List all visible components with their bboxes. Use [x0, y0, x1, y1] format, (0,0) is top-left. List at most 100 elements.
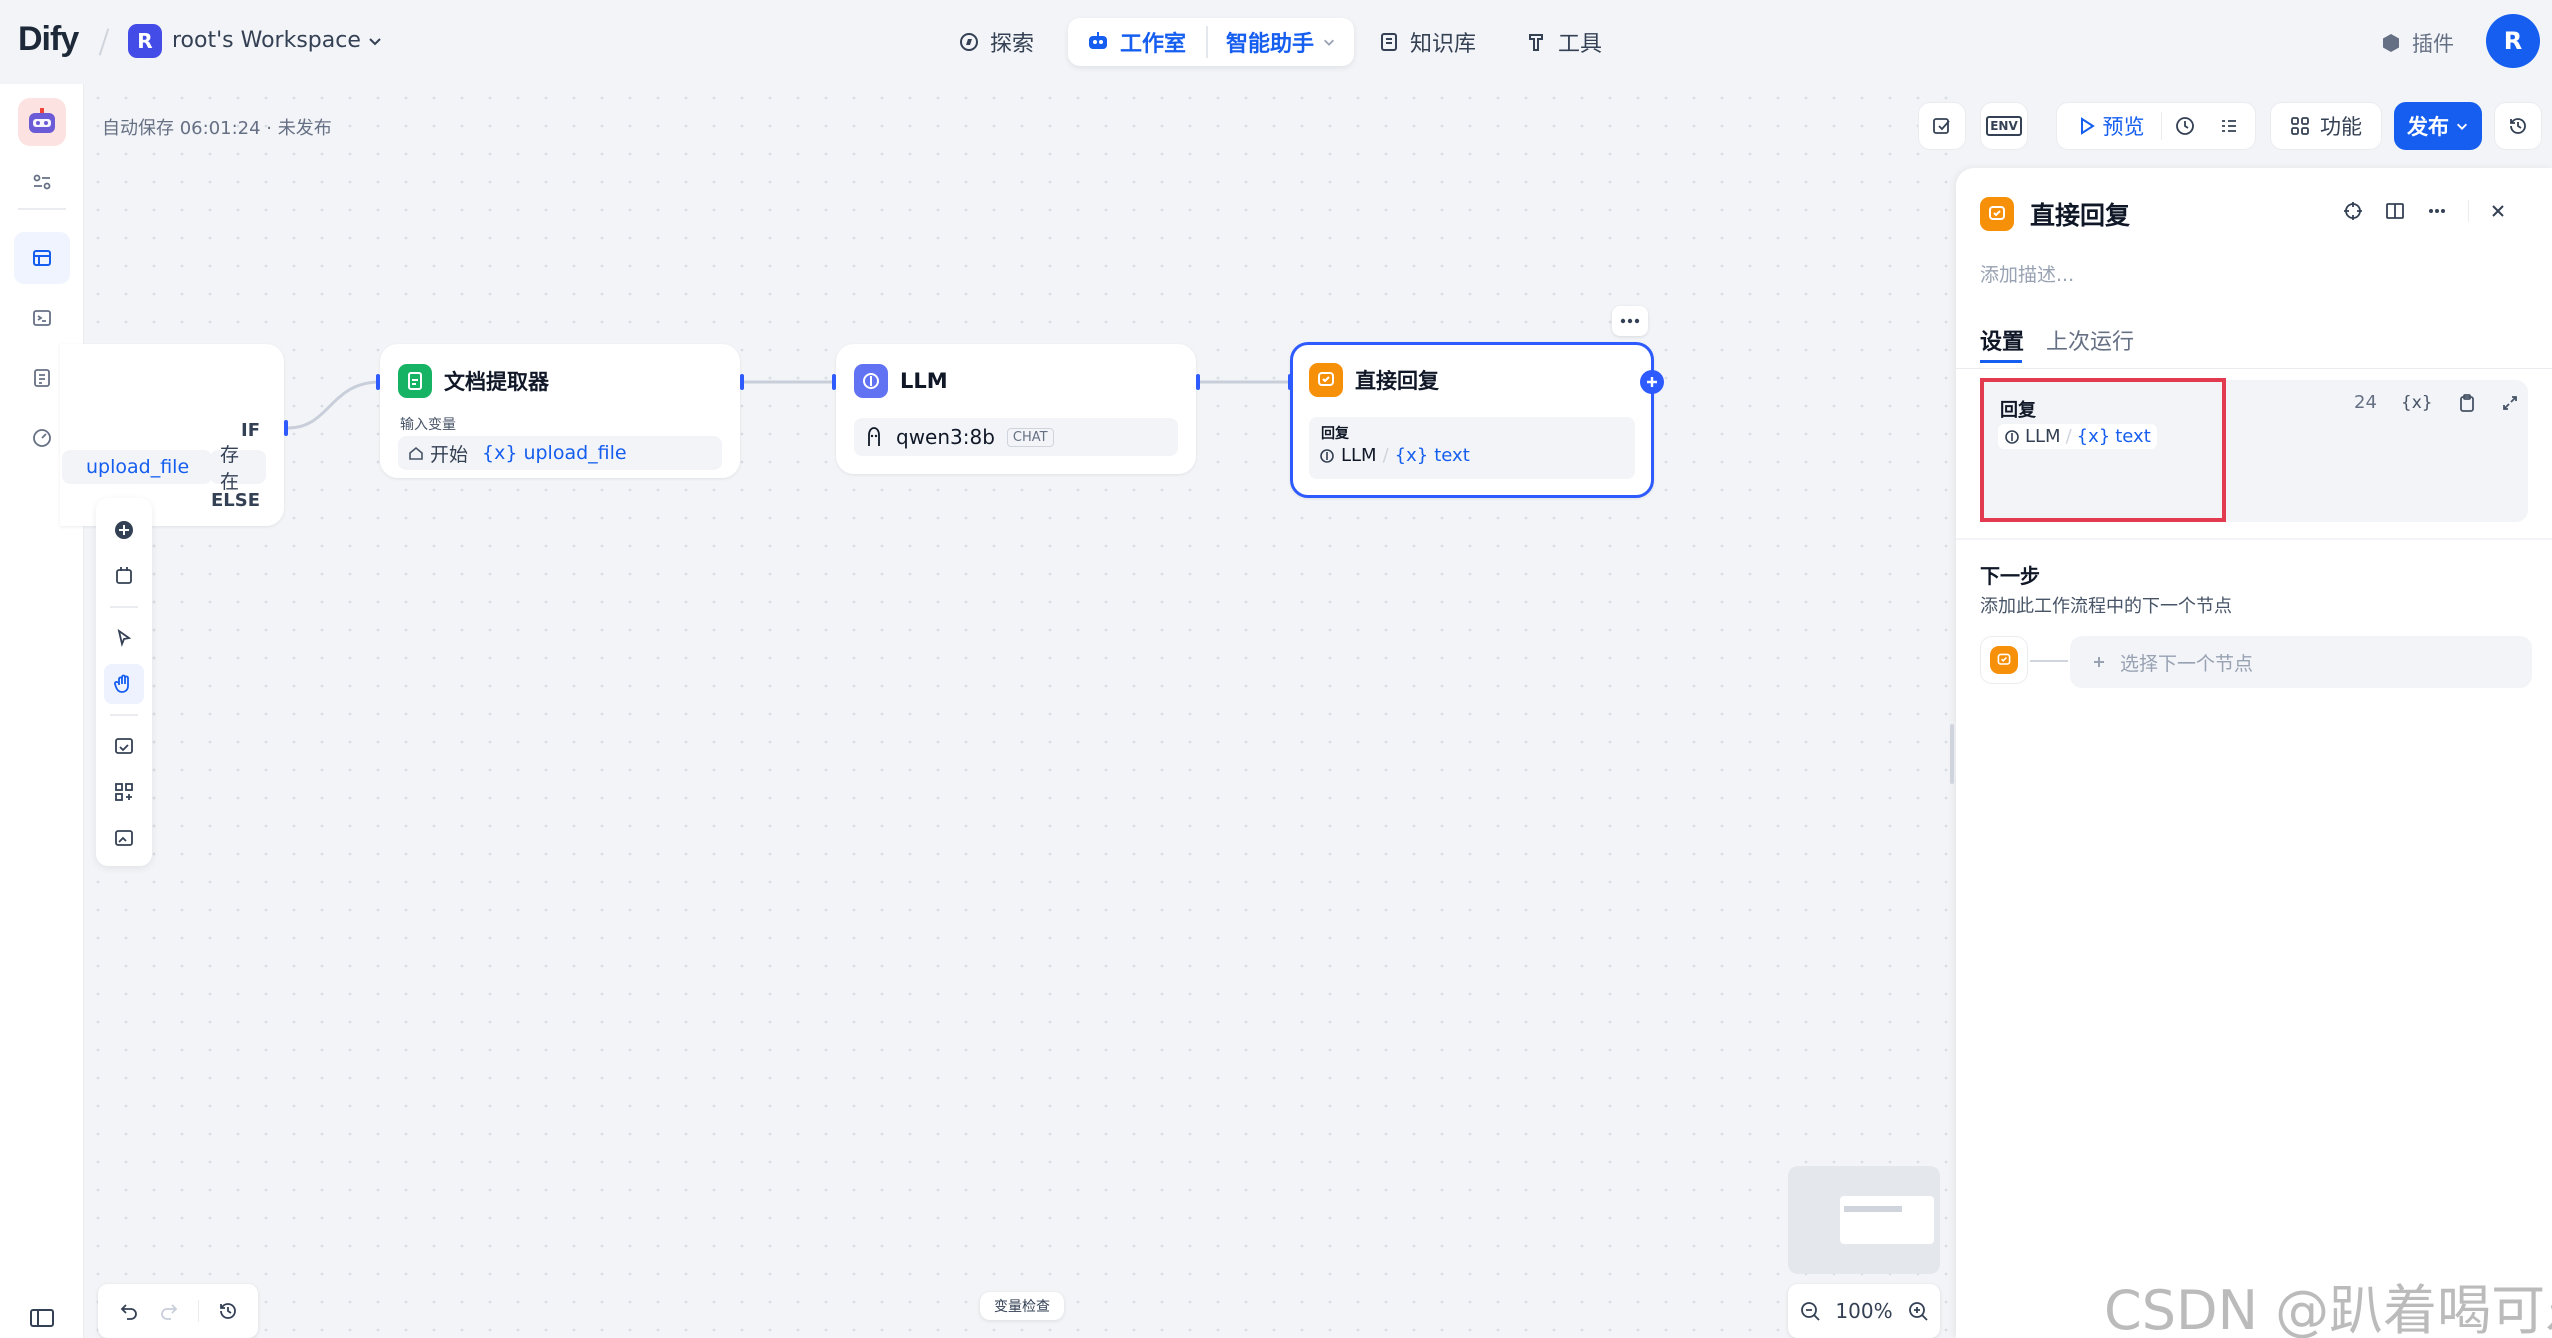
- zoom-level[interactable]: 100%: [1835, 1299, 1892, 1323]
- handle-dot[interactable]: [376, 374, 380, 390]
- book-open-icon[interactable]: [2384, 200, 2406, 222]
- edge-ifelse-doc: [287, 380, 381, 430]
- env-button[interactable]: ENV: [1980, 102, 2028, 150]
- more-dots-icon[interactable]: [2426, 200, 2448, 222]
- close-icon[interactable]: [2489, 202, 2507, 220]
- minimap-toggle-icon[interactable]: [104, 818, 144, 858]
- tab-settings[interactable]: 设置: [1980, 324, 2024, 356]
- add-note-icon[interactable]: [104, 556, 144, 596]
- handle-dot[interactable]: [284, 420, 288, 436]
- env-icon: ENV: [1986, 116, 2022, 136]
- node-title: LLM: [900, 369, 948, 393]
- handle-dot[interactable]: [1196, 374, 1200, 390]
- grid-plus-icon: [2291, 117, 2309, 135]
- hand-icon[interactable]: [104, 664, 144, 704]
- node-ifelse[interactable]: IF upload_file 存在 ELSE: [60, 344, 284, 526]
- connector-line: [2030, 660, 2068, 662]
- node-header: 直接回复: [1309, 363, 1439, 397]
- handle-dot[interactable]: [832, 374, 836, 390]
- export-image-icon[interactable]: [104, 726, 144, 766]
- cube-icon: [2380, 32, 2402, 54]
- select-next-node-button[interactable]: 选择下一个节点: [2070, 636, 2532, 688]
- condition-var: upload_file: [62, 450, 212, 484]
- ollama-icon: [864, 426, 884, 448]
- preview-label: 预览: [2102, 115, 2145, 139]
- checklist-button[interactable]: [1918, 102, 1966, 150]
- clipboard-icon[interactable]: [2457, 393, 2477, 413]
- model-name: qwen3:8b: [896, 425, 995, 449]
- play-icon: [2080, 117, 2095, 135]
- publish-button[interactable]: 发布: [2394, 102, 2482, 150]
- model-field: qwen3:8b CHAT: [854, 418, 1178, 456]
- divider: [1956, 368, 2552, 369]
- answer-bubble-icon: [1990, 646, 2018, 674]
- source-var: upload_file: [523, 442, 627, 464]
- insert-variable-icon[interactable]: {x}: [2401, 393, 2433, 413]
- zoom-out-icon[interactable]: [1799, 1300, 1821, 1322]
- panel-title[interactable]: 直接回复: [2030, 196, 2130, 232]
- watermark: CSDN @趴着喝可乐: [2104, 1279, 2552, 1338]
- nav-plugins-label: 插件: [2412, 32, 2454, 56]
- answer-bubble-icon: [1980, 197, 2014, 231]
- node-doc-extractor[interactable]: 文档提取器 输入变量 开始 {x} upload_file: [380, 344, 740, 478]
- minimap[interactable]: [1788, 1166, 1940, 1274]
- plus-icon: [1647, 377, 1657, 387]
- zoom-control: 100%: [1788, 1284, 1940, 1338]
- check-square-icon: [1933, 118, 1950, 134]
- highlight-box: [1980, 378, 2226, 522]
- llm-small-icon: [1319, 448, 1335, 464]
- history-icon: [2510, 118, 2526, 134]
- description-input[interactable]: 添加描述...: [1980, 260, 2074, 287]
- undo-icon[interactable]: [118, 1300, 140, 1322]
- variable-icon: {x}: [482, 442, 518, 464]
- panel-resize-handle[interactable]: [1950, 724, 1954, 784]
- undo-redo-bar: [98, 1284, 258, 1338]
- version-history-button[interactable]: [2494, 102, 2542, 150]
- minimap-nodes: [1844, 1206, 1902, 1212]
- current-node-chip: [1980, 636, 2028, 684]
- model-mode-badge: CHAT: [1006, 427, 1054, 447]
- expand-icon[interactable]: [2501, 394, 2519, 412]
- add-node-icon[interactable]: [104, 510, 144, 550]
- reply-var-name: text: [1434, 445, 1470, 466]
- redo-icon[interactable]: [158, 1300, 180, 1322]
- run-history-button[interactable]: [2162, 115, 2208, 137]
- divider: [197, 1300, 199, 1322]
- source-node: 开始: [430, 443, 469, 466]
- panel-header: 直接回复: [1980, 196, 2130, 232]
- node-llm[interactable]: LLM qwen3:8b CHAT: [836, 344, 1196, 474]
- history-icon[interactable]: [217, 1300, 239, 1322]
- reply-preview: 回复 LLM / {x} text: [1309, 417, 1635, 479]
- canvas-tool-palette: [96, 498, 152, 866]
- handle-dot[interactable]: [740, 374, 744, 390]
- variable-inspect-button[interactable]: 变量检查: [980, 1292, 1064, 1320]
- chevron-down-icon: [2456, 123, 2468, 130]
- char-count: 24: [2354, 392, 2377, 413]
- tab-last-run[interactable]: 上次运行: [2046, 324, 2134, 356]
- preview-button[interactable]: 预览: [2063, 111, 2161, 141]
- clock-play-icon: [2175, 117, 2194, 135]
- add-next-node-button[interactable]: [1640, 370, 1664, 394]
- reply-source: LLM: [1341, 445, 1377, 466]
- answer-bubble-icon: [1309, 363, 1343, 397]
- crosshair-icon[interactable]: [2342, 200, 2364, 222]
- pointer-icon[interactable]: [104, 618, 144, 658]
- node-header: LLM: [854, 364, 948, 398]
- node-more-button[interactable]: [1612, 306, 1648, 336]
- list-check-icon: [2221, 120, 2236, 132]
- organize-blocks-icon[interactable]: [104, 772, 144, 812]
- else-label: ELSE: [210, 490, 260, 511]
- collapse-sidebar-icon[interactable]: [14, 1292, 70, 1338]
- minimap-viewport: [1840, 1196, 1934, 1244]
- reply-label: 回复: [1321, 426, 1349, 442]
- checklist-icon-button[interactable]: [2208, 115, 2250, 137]
- condition-op: 存在: [210, 444, 266, 493]
- nav-plugins[interactable]: 插件: [2380, 28, 2454, 58]
- features-button[interactable]: 功能: [2270, 102, 2382, 150]
- handle-dot[interactable]: [1288, 374, 1292, 390]
- node-answer[interactable]: 直接回复 回复 LLM / {x} text: [1290, 342, 1654, 498]
- if-label: IF: [241, 420, 260, 441]
- user-avatar[interactable]: R: [2486, 14, 2540, 68]
- zoom-in-icon[interactable]: [1907, 1300, 1929, 1322]
- variable-icon: {x}: [1394, 445, 1429, 466]
